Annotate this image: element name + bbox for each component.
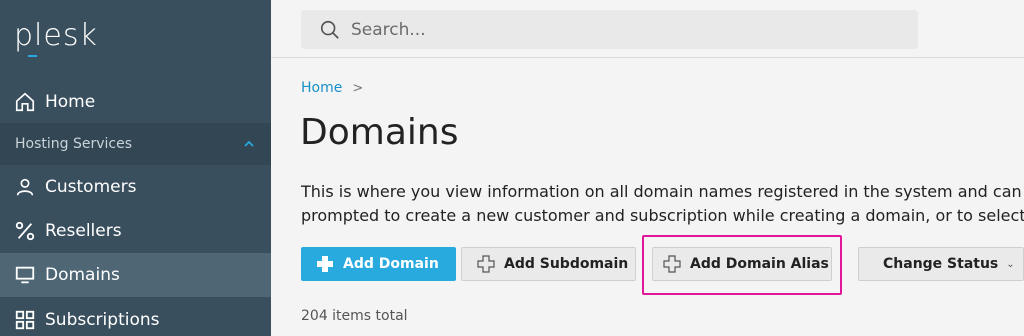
user-icon (14, 176, 36, 198)
plus-icon (317, 256, 333, 272)
search-input[interactable] (351, 19, 871, 40)
percent-icon (14, 220, 36, 242)
sidebar-item-label: Resellers (45, 221, 122, 241)
logo-accent (28, 55, 37, 57)
items-count: 204 items total (301, 308, 408, 324)
add-domain-button[interactable]: Add Domain (301, 247, 456, 281)
description-line: prompted to create a new customer and su… (301, 206, 1024, 225)
sidebar: plesk Home Hosting Services Customers Re… (0, 0, 271, 336)
highlight-frame (642, 235, 842, 295)
sidebar-item-resellers[interactable]: Resellers (0, 209, 271, 253)
plus-outline-icon (477, 255, 495, 273)
sidebar-item-home[interactable]: Home (0, 80, 271, 124)
home-icon (14, 91, 36, 113)
chevron-down-icon: ⌄ (1006, 258, 1015, 270)
grid-icon (14, 309, 36, 331)
change-status-button[interactable]: Change Status ⌄ (858, 247, 1024, 281)
plesk-logo[interactable]: plesk (14, 18, 98, 53)
sidebar-item-label: Customers (45, 177, 137, 197)
sidebar-item-label: Subscriptions (45, 310, 160, 330)
page-title: Domains (300, 112, 459, 153)
breadcrumb-home-link[interactable]: Home (301, 80, 342, 96)
breadcrumb-separator: > (352, 80, 364, 96)
page-description: This is where you view information on al… (301, 180, 1024, 228)
search-bar[interactable] (301, 10, 918, 49)
sidebar-item-label: Home (45, 92, 96, 112)
sidebar-item-customers[interactable]: Customers (0, 165, 271, 209)
sidebar-item-domains[interactable]: Domains (0, 253, 271, 297)
search-icon (320, 20, 339, 39)
button-label: Add Domain (343, 256, 439, 272)
sidebar-item-subscriptions[interactable]: Subscriptions (0, 298, 271, 336)
add-subdomain-button[interactable]: Add Subdomain (461, 247, 636, 281)
chevron-up-icon (244, 140, 254, 147)
breadcrumb: Home > (301, 80, 363, 96)
section-label: Hosting Services (15, 136, 133, 152)
section-hosting-services[interactable]: Hosting Services (0, 123, 271, 165)
button-label: Change Status (883, 256, 999, 272)
button-label: Add Subdomain (504, 256, 629, 272)
description-line: This is where you view information on al… (301, 182, 1022, 201)
sidebar-item-label: Domains (45, 265, 120, 285)
header-divider (271, 57, 1024, 58)
monitor-icon (14, 264, 36, 286)
